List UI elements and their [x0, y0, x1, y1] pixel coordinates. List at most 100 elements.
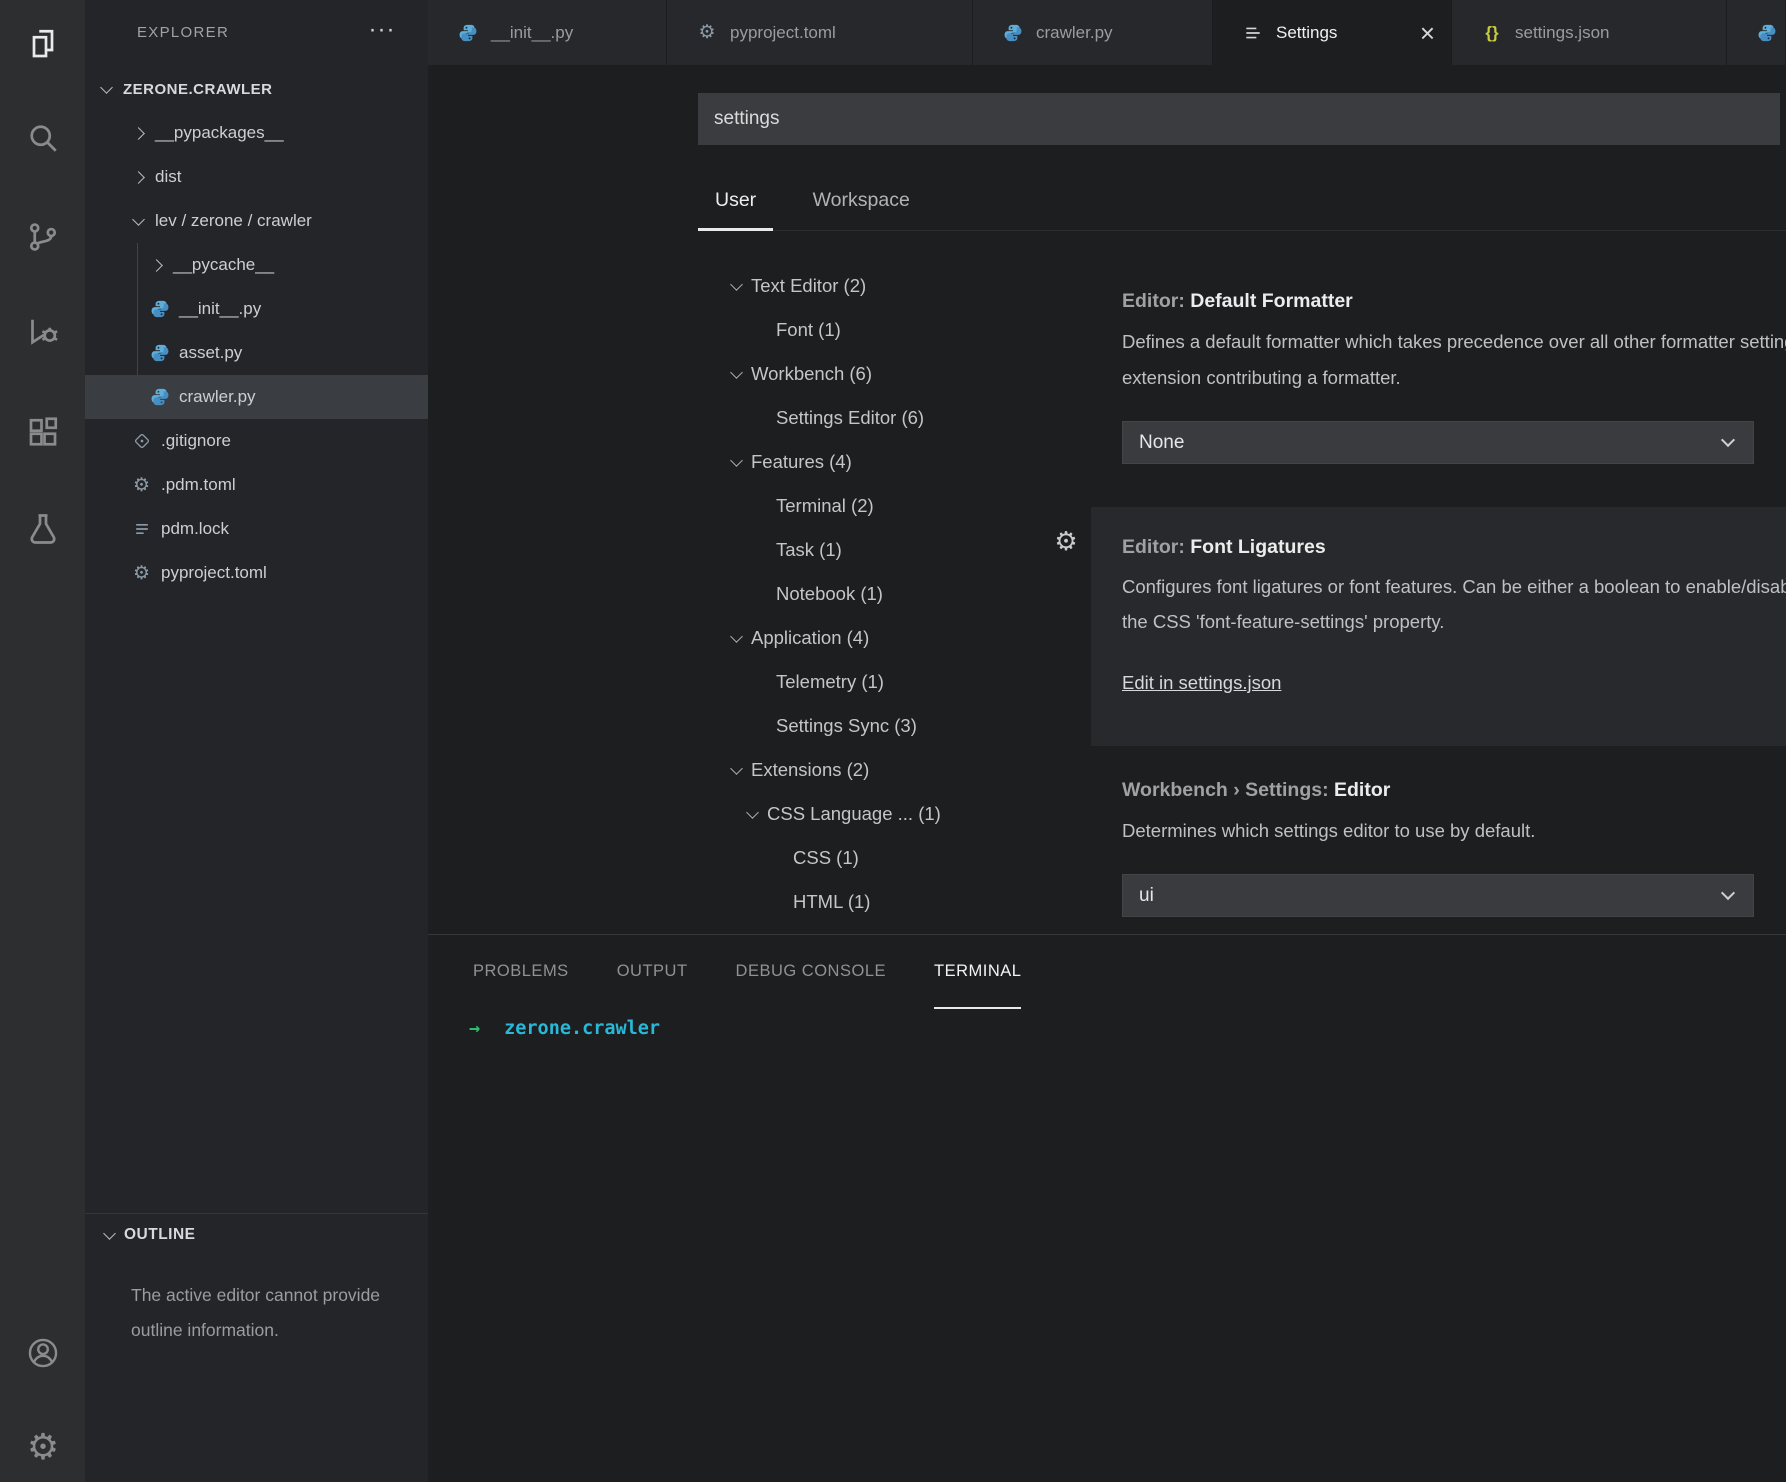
tree-item-label: asset.py [179, 343, 242, 363]
tab-init-py[interactable]: __init__.py [428, 0, 667, 65]
settings-sliders-icon [1243, 23, 1263, 43]
python-icon [458, 23, 478, 43]
tab-partial-python[interactable] [1727, 0, 1785, 65]
tree-item-label: __init__.py [179, 299, 261, 319]
settings-scope-tabs: User Workspace [698, 173, 1786, 231]
toc-item-label: Terminal (2) [776, 495, 874, 517]
tree-item-pdm-lock[interactable]: pdm.lock [85, 507, 428, 551]
panel-tab-terminal[interactable]: TERMINAL [934, 935, 1021, 1009]
toc-item-task[interactable]: Task (1) [698, 528, 1090, 572]
tree-item-label: __pypackages__ [155, 123, 284, 143]
chevron-down-icon [1721, 886, 1735, 900]
toc-item-font[interactable]: Font (1) [698, 308, 1090, 352]
tree-item-label: lev / zerone / crawler [155, 211, 312, 231]
toc-item-html[interactable]: HTML (1) [698, 880, 1090, 924]
toc-item-css[interactable]: CSS (1) [698, 836, 1090, 880]
run-debug-icon[interactable] [24, 312, 62, 350]
scope-tab-user[interactable]: User [698, 173, 773, 231]
tree-item-label: pdm.lock [161, 519, 229, 539]
tree-item-dist[interactable]: dist [85, 155, 428, 199]
tree-item-pypackages[interactable]: __pypackages__ [85, 111, 428, 155]
more-actions-icon[interactable]: ··· [365, 14, 399, 48]
sidebar-title: EXPLORER [137, 24, 229, 41]
close-icon[interactable]: × [1420, 23, 1435, 43]
toc-item-notebook[interactable]: Notebook (1) [698, 572, 1090, 616]
tab-pyproject-toml[interactable]: ⚙ pyproject.toml [667, 0, 973, 65]
chevron-right-icon [150, 259, 163, 272]
panel-tab-problems[interactable]: PROBLEMS [473, 935, 569, 1009]
extensions-icon[interactable] [24, 414, 62, 452]
chevron-down-icon [730, 630, 743, 643]
scope-tab-workspace[interactable]: Workspace [796, 173, 927, 231]
chevron-down-icon [730, 762, 743, 775]
toc-item-label: CSS Language ... (1) [767, 803, 941, 825]
settings-editor-select[interactable]: ui [1122, 874, 1754, 917]
toc-item-text-editor[interactable]: Text Editor (2) [698, 264, 1090, 308]
manage-gear-icon[interactable]: ⚙ [24, 1428, 62, 1466]
search-icon[interactable] [24, 119, 62, 157]
toc-item-label: Application (4) [751, 627, 869, 649]
chevron-down-icon [730, 278, 743, 291]
settings-search-input[interactable] [698, 93, 1780, 145]
gear-icon: ⚙ [697, 23, 717, 43]
tree-item-asset-py[interactable]: asset.py [85, 331, 428, 375]
explorer-icon[interactable] [24, 25, 62, 63]
toc-item-settings-sync[interactable]: Settings Sync (3) [698, 704, 1090, 748]
tree-item-label: dist [155, 167, 181, 187]
tab-settings[interactable]: Settings × [1213, 0, 1452, 65]
toc-item-features[interactable]: Features (4) [698, 440, 1090, 484]
toc-item-label: HTML (1) [793, 891, 870, 913]
outline-section: OUTLINE The active editor cannot provide… [85, 1213, 428, 1348]
toc-item-label: Task (1) [776, 539, 842, 561]
toc-item-workbench[interactable]: Workbench (6) [698, 352, 1090, 396]
outline-header[interactable]: OUTLINE [85, 1214, 428, 1256]
toc-item-label: Extensions (2) [751, 759, 869, 781]
tree-item-pyproject-toml[interactable]: ⚙pyproject.toml [85, 551, 428, 595]
editor-tab-bar: __init__.py ⚙ pyproject.toml crawler.py … [428, 0, 1786, 65]
default-formatter-select[interactable]: None [1122, 421, 1754, 464]
tab-settings-json[interactable]: {} settings.json [1452, 0, 1727, 65]
tree-item-lev-zerone-crawler[interactable]: lev / zerone / crawler [85, 199, 428, 243]
panel-tab-debug-console[interactable]: DEBUG CONSOLE [736, 935, 886, 1009]
toc-item-settings-editor[interactable]: Settings Editor (6) [698, 396, 1090, 440]
panel-tab-bar: PROBLEMS OUTPUT DEBUG CONSOLE TERMINAL [428, 935, 1786, 1009]
tree-item-pycache[interactable]: __pycache__ [85, 243, 428, 287]
tree-item-label: crawler.py [179, 387, 256, 407]
tree-item-label: .gitignore [161, 431, 231, 451]
toc-item-telemetry[interactable]: Telemetry (1) [698, 660, 1090, 704]
tree-item-crawler-py[interactable]: crawler.py [85, 375, 428, 419]
setting-desc: Defines a default formatter which takes … [1122, 328, 1786, 356]
panel-tab-output[interactable]: OUTPUT [617, 935, 688, 1009]
setting-title-workbench-settings-editor: Workbench › Settings: Editor [1122, 775, 1390, 805]
lock-lines-icon [131, 519, 152, 540]
toc-item-label: CSS (1) [793, 847, 859, 869]
chevron-down-icon [132, 213, 145, 226]
toc-item-extensions[interactable]: Extensions (2) [698, 748, 1090, 792]
testing-icon[interactable] [24, 510, 62, 548]
source-control-icon[interactable] [24, 218, 62, 256]
toc-item-label: Font (1) [776, 319, 841, 341]
toc-item-label: Workbench (6) [751, 363, 872, 385]
toc-item-label: Notebook (1) [776, 583, 883, 605]
editor-group: __init__.py ⚙ pyproject.toml crawler.py … [428, 0, 1786, 1482]
account-icon[interactable] [24, 1334, 62, 1372]
toc-item-terminal[interactable]: Terminal (2) [698, 484, 1090, 528]
tree-item-gitignore[interactable]: .gitignore [85, 419, 428, 463]
edit-in-settings-json-link[interactable]: Edit in settings.json [1122, 669, 1281, 697]
setting-title-default-formatter: Editor: Default Formatter [1122, 286, 1353, 316]
setting-gear-icon[interactable]: ⚙ [1050, 525, 1082, 557]
toc-item-css-language[interactable]: CSS Language ... (1) [698, 792, 1090, 836]
bottom-panel: PROBLEMS OUTPUT DEBUG CONSOLE TERMINAL →… [428, 934, 1786, 1482]
terminal-line[interactable]: → zerone.crawler [469, 1015, 660, 1041]
python-icon [149, 343, 170, 364]
tab-crawler-py[interactable]: crawler.py [973, 0, 1213, 65]
tree-item-pdm-toml[interactable]: ⚙.pdm.toml [85, 463, 428, 507]
toc-item-application[interactable]: Application (4) [698, 616, 1090, 660]
tree-item-init-py[interactable]: __init__.py [85, 287, 428, 331]
chevron-down-icon [730, 366, 743, 379]
chevron-right-icon [132, 127, 145, 140]
tree-item-zerone-crawler[interactable]: ZERONE.CRAWLER [85, 67, 428, 111]
toc-item-label: Settings Editor (6) [776, 407, 924, 429]
settings-toc: Text Editor (2) Font (1) Workbench (6) Sett… [698, 264, 1090, 924]
tree-item-label: __pycache__ [173, 255, 274, 275]
